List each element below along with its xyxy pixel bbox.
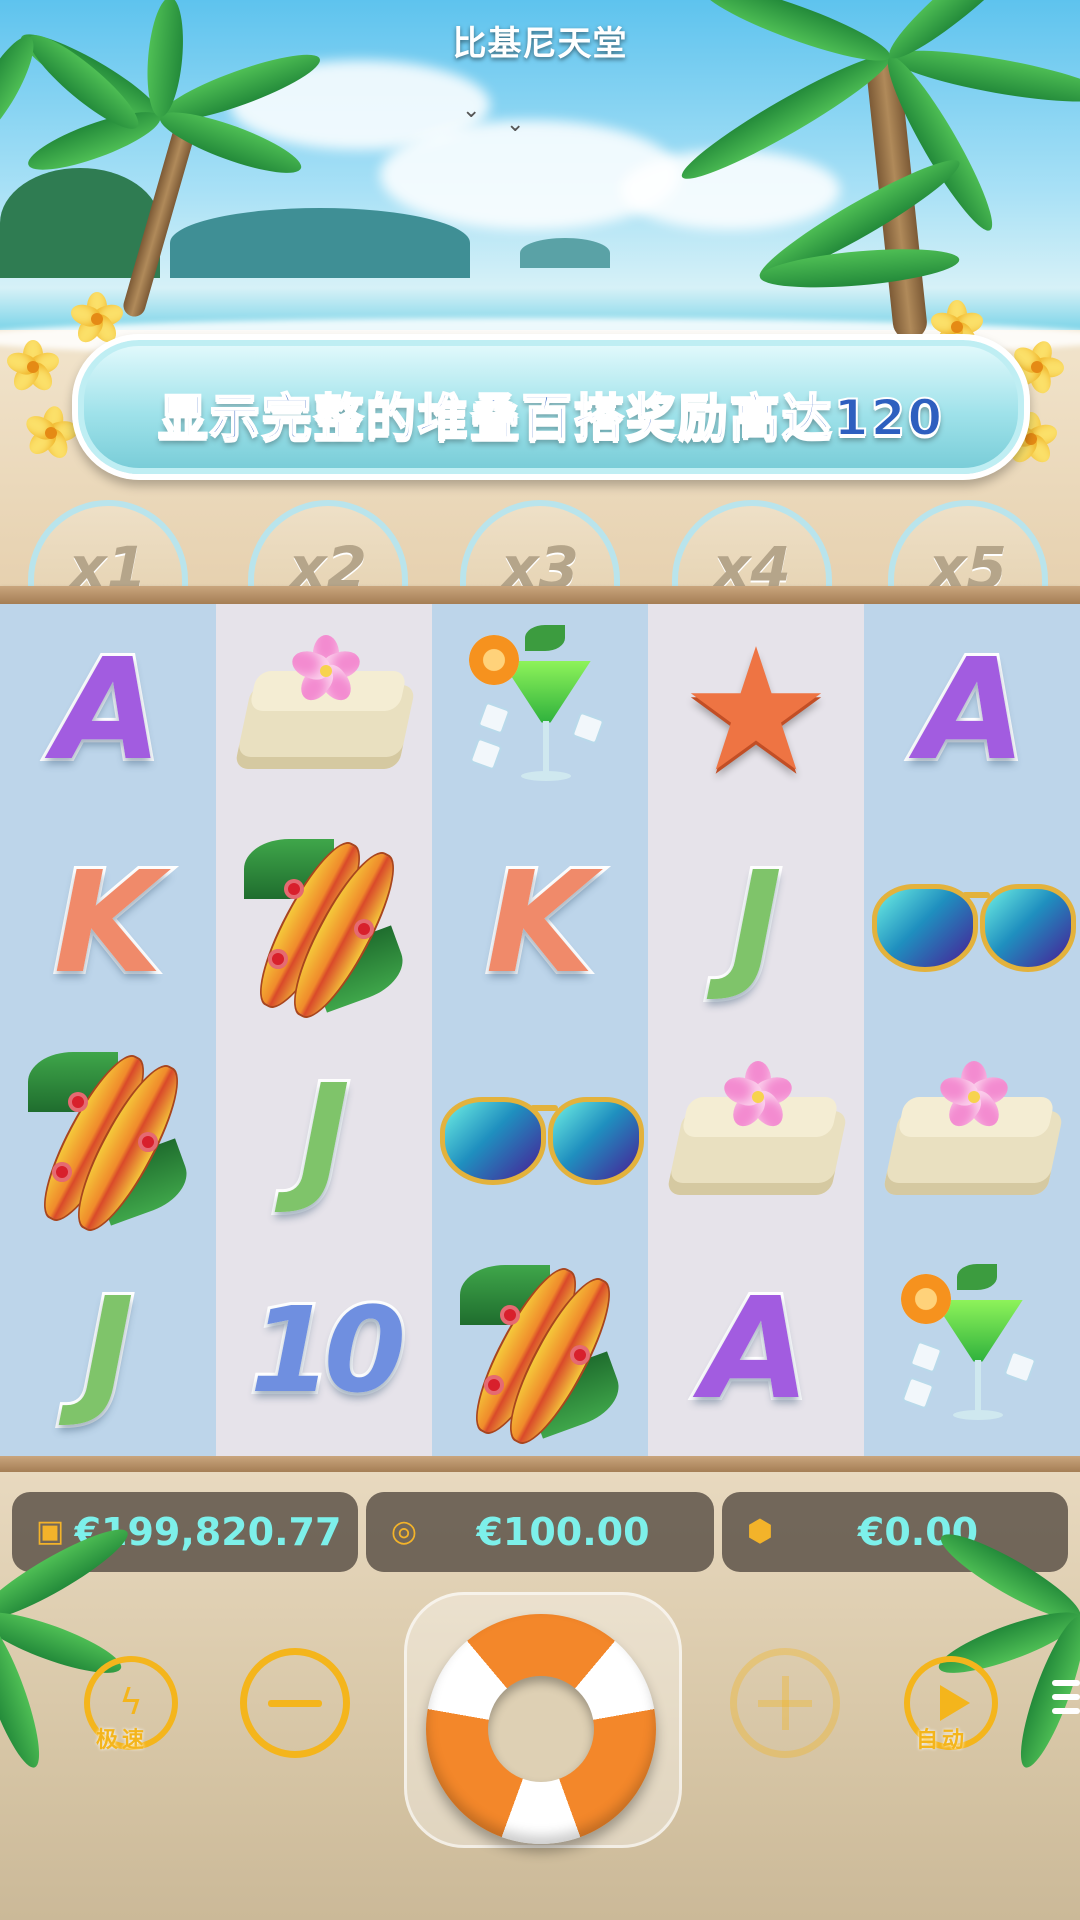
reel-cell: [216, 817, 432, 1030]
reel-cell: [0, 1030, 216, 1243]
multiplier-x3: x3: [460, 500, 620, 592]
bet-value: €100.00: [476, 1510, 650, 1554]
reel-grid: AK J J 10 K ★ J A A: [0, 604, 1080, 1456]
symbol-surfboard-icon: [27, 1042, 196, 1241]
reel-5: A: [864, 604, 1080, 1456]
reel-cell: [864, 817, 1080, 1030]
reel-4: ★ J A: [648, 604, 864, 1456]
reel-cell: [432, 1243, 648, 1456]
symbol-j: J: [727, 841, 785, 1005]
menu-icon[interactable]: [1052, 1680, 1080, 1722]
minus-icon: [268, 1699, 322, 1707]
reel-cell: [216, 604, 432, 817]
reel-cell: A: [0, 604, 216, 817]
reel-cell: J: [216, 1030, 432, 1243]
increase-bet-button[interactable]: [730, 1648, 840, 1758]
symbol-a: A: [699, 1267, 813, 1431]
multiplier-x2: x2: [248, 500, 408, 592]
reel-cell: J: [648, 817, 864, 1030]
reel-cell: [648, 1030, 864, 1243]
symbol-k: K: [483, 841, 597, 1005]
symbol-towel-icon: [666, 1060, 848, 1197]
reel-cell: J: [0, 1243, 216, 1456]
bet-display[interactable]: ◎ €100.00: [366, 1492, 714, 1572]
decrease-bet-button[interactable]: [240, 1648, 350, 1758]
multiplier-x4: x4: [672, 500, 832, 592]
play-icon: [940, 1685, 970, 1721]
reel-frame-top: [0, 586, 1080, 604]
symbol-cocktail-icon: [897, 1260, 1047, 1440]
reel-cell: A: [864, 604, 1080, 817]
promo-banner: 显示完整的堆叠百搭奖励高达120: [72, 334, 1030, 480]
lifebuoy-icon: [488, 1676, 594, 1782]
symbol-j: J: [79, 1267, 137, 1431]
promo-banner-text: 显示完整的堆叠百搭奖励高达120: [157, 388, 945, 448]
symbol-towel-icon: [234, 634, 416, 771]
spin-button[interactable]: [426, 1614, 656, 1844]
symbol-surfboard-icon: [459, 1255, 628, 1454]
symbol-towel-icon: [882, 1060, 1064, 1197]
reel-cell: K: [0, 817, 216, 1030]
reel-cell: [432, 604, 648, 817]
coins-icon: ◎: [390, 1514, 418, 1549]
game-title: 比基尼天堂: [452, 24, 628, 64]
reel-cell: ★: [648, 604, 864, 817]
symbol-j: J: [295, 1054, 353, 1218]
symbol-k: K: [51, 841, 165, 1005]
reel-3: K: [432, 604, 648, 1456]
reel-cell: [864, 1030, 1080, 1243]
symbol-a: A: [915, 628, 1029, 792]
reel-1: AK J: [0, 604, 216, 1456]
reel-2: J 10: [216, 604, 432, 1456]
reel-cell: [864, 1243, 1080, 1456]
symbol-sunglasses-icon: [440, 1077, 644, 1197]
prize-icon: ⬢: [746, 1514, 774, 1549]
symbol-sunglasses-icon: [872, 864, 1076, 984]
reel-cell: [432, 1030, 648, 1243]
reel-cell: 10: [216, 1243, 432, 1456]
symbol-ten: 10: [247, 1280, 409, 1419]
reel-cell: A: [648, 1243, 864, 1456]
autoplay-label: 自动: [916, 1728, 969, 1753]
turbo-label: 极速: [96, 1728, 149, 1753]
symbol-cocktail-icon: [465, 621, 615, 801]
multiplier-strip: x1 x2 x3 x4 x5: [0, 492, 1080, 592]
symbol-a: A: [51, 628, 165, 792]
multiplier-x1: x1: [28, 500, 188, 592]
reel-cell: K: [432, 817, 648, 1030]
multiplier-x5: x5: [888, 500, 1048, 592]
lightning-icon: ϟ: [119, 1682, 143, 1723]
reel-frame-bottom: [0, 1456, 1080, 1472]
symbol-surfboard-icon: [243, 829, 412, 1028]
symbol-starfish-icon: ★: [679, 611, 833, 810]
